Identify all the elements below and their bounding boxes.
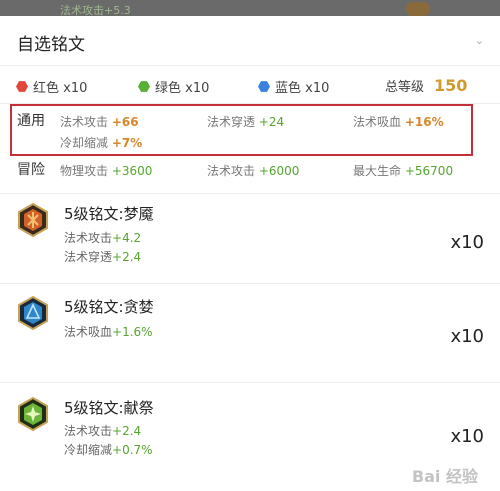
rune-list-item[interactable]: 5级铭文:梦魇 法术攻击+4.2 法术穿透+2.4 x10: [0, 194, 500, 284]
stat-item: 法术穿透 +24: [207, 115, 285, 129]
blue-rune-icon: [18, 296, 48, 330]
rune-selection-panel: 自选铭文 ⌄ 红色 x10 绿色 x10 蓝色 x10 总等级 150 通用 法…: [0, 16, 500, 491]
rune-list-item[interactable]: 5级铭文:贪婪 法术吸血+1.6% x10: [0, 285, 500, 383]
stat-item: 冷却缩减 +7%: [60, 136, 143, 150]
stat-item: 法术攻击 +6000: [207, 164, 300, 178]
total-level-value: 150: [434, 76, 468, 95]
red-hexagon-icon: [16, 81, 28, 92]
background-icon: [406, 2, 430, 16]
background-strip: 法术攻击+5.3: [0, 0, 500, 16]
rune-stat: 法术攻击+4.2: [64, 231, 142, 245]
stat-item: 物理攻击 +3600: [60, 164, 153, 178]
green-rune-count: 绿色 x10: [138, 77, 209, 96]
rune-stat: 法术攻击+2.4: [64, 424, 142, 438]
rune-count: x10: [450, 426, 484, 447]
blue-rune-count: 蓝色 x10: [258, 77, 329, 96]
general-row-label: 通用: [17, 113, 45, 129]
rune-stat: 法术吸血+1.6%: [64, 325, 153, 339]
rune-stat: 冷却缩减+0.7%: [64, 443, 153, 457]
blue-count-label: 蓝色 x10: [275, 81, 330, 96]
background-text: 法术攻击+5.3: [60, 4, 131, 16]
chevron-down-icon[interactable]: ⌄: [475, 34, 484, 47]
rune-count: x10: [450, 326, 484, 347]
red-rune-icon: [18, 203, 48, 237]
adventure-row-label: 冒险: [17, 162, 45, 178]
panel-title: 自选铭文: [17, 35, 85, 55]
panel-header[interactable]: 自选铭文 ⌄: [0, 16, 500, 66]
rune-count: x10: [450, 232, 484, 253]
green-count-label: 绿色 x10: [155, 81, 210, 96]
total-level: 总等级 150: [385, 76, 467, 95]
red-count-label: 红色 x10: [33, 81, 88, 96]
total-level-label: 总等级: [385, 80, 425, 95]
rune-summary: 红色 x10 绿色 x10 蓝色 x10 总等级 150: [0, 66, 500, 104]
rune-stat: 法术穿透+2.4: [64, 250, 142, 264]
stat-item: 最大生命 +56700: [353, 164, 454, 178]
green-rune-icon: [18, 397, 48, 431]
blue-hexagon-icon: [258, 81, 270, 92]
rune-name: 5级铭文:梦魇: [64, 205, 154, 223]
rune-name: 5级铭文:贪婪: [64, 298, 154, 316]
stat-item: 法术吸血 +16%: [353, 115, 444, 129]
green-hexagon-icon: [138, 81, 150, 92]
rune-name: 5级铭文:献祭: [64, 399, 154, 417]
red-rune-count: 红色 x10: [16, 77, 87, 96]
attribute-stats: 通用 法术攻击 +66 法术穿透 +24 法术吸血 +16% 冷却缩减 +7% …: [0, 104, 500, 194]
stat-item: 法术攻击 +66: [60, 115, 139, 129]
watermark: Bai 经验: [411, 467, 478, 486]
